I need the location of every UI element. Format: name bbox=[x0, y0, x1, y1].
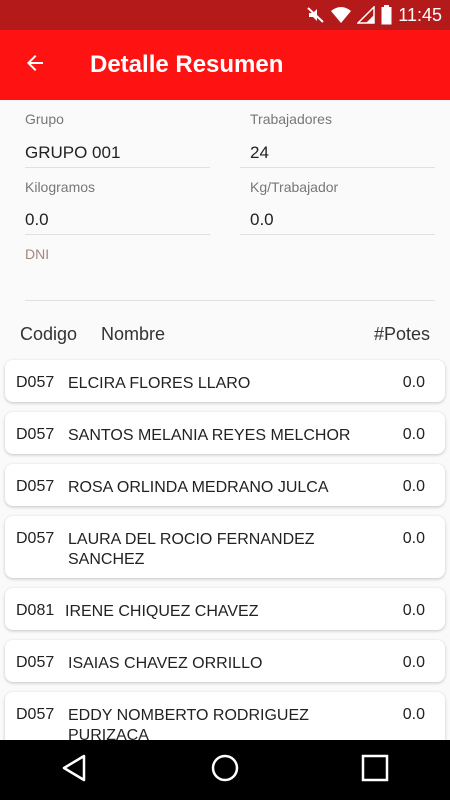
row-code: D081 bbox=[16, 602, 55, 619]
row-name: LAURA DEL ROCIO FERNANDEZ SANCHEZ bbox=[68, 531, 315, 568]
grupo-underline bbox=[25, 167, 210, 168]
page-title: Detalle Resumen bbox=[90, 51, 284, 78]
row-potes: 0.0 bbox=[402, 426, 425, 443]
row-name: ELCIRA FLORES LLARO bbox=[68, 375, 251, 392]
list-item[interactable]: D057 ROSA ORLINDA MEDRANO JULCA 0.0 bbox=[5, 464, 445, 506]
nav-home-button[interactable] bbox=[195, 740, 255, 800]
row-potes: 0.0 bbox=[402, 478, 425, 495]
list-item[interactable]: D057 SANTOS MELANIA REYES MELCHOR 0.0 bbox=[5, 412, 445, 454]
status-bar: 11:45 bbox=[0, 0, 450, 30]
grupo-label: Grupo bbox=[25, 111, 64, 127]
row-code: D057 bbox=[16, 530, 55, 547]
list-item[interactable]: D057 LAURA DEL ROCIO FERNANDEZ SANCHEZ 0… bbox=[5, 516, 445, 578]
row-name: SANTOS MELANIA REYES MELCHOR bbox=[68, 427, 351, 444]
kg-trabajador-value: 0.0 bbox=[250, 210, 274, 229]
row-potes: 0.0 bbox=[402, 706, 425, 723]
wifi-icon bbox=[331, 7, 352, 23]
trabajadores-label: Trabajadores bbox=[250, 111, 332, 127]
battery-icon bbox=[381, 5, 392, 25]
dni-underline bbox=[25, 300, 435, 301]
table-header: Codigo Nombre #Potes bbox=[0, 322, 450, 348]
row-potes: 0.0 bbox=[402, 654, 425, 671]
row-code: D057 bbox=[16, 374, 55, 391]
kilogramos-value: 0.0 bbox=[25, 210, 49, 229]
row-code: D057 bbox=[16, 478, 55, 495]
dni-label: DNI bbox=[25, 246, 50, 262]
kilogramos-underline bbox=[25, 234, 210, 235]
nav-recents-button[interactable] bbox=[345, 740, 405, 800]
mute-icon bbox=[307, 6, 325, 24]
back-button[interactable] bbox=[0, 30, 70, 100]
nav-back-button[interactable] bbox=[45, 740, 105, 800]
back-triangle-icon bbox=[60, 753, 90, 788]
app-bar: Detalle Resumen bbox=[0, 30, 450, 100]
kilogramos-label: Kilogramos bbox=[25, 179, 96, 195]
recents-square-icon bbox=[360, 753, 390, 788]
signal-icon bbox=[357, 6, 376, 24]
trabajadores-underline bbox=[240, 167, 435, 168]
navigation-bar bbox=[0, 740, 450, 800]
kg-trabajador-underline bbox=[240, 234, 435, 235]
row-code: D057 bbox=[16, 706, 55, 723]
header-potes: #Potes bbox=[373, 324, 430, 344]
kg-trabajador-label: Kg/Trabajador bbox=[250, 179, 339, 195]
header-nombre: Nombre bbox=[101, 324, 166, 344]
row-potes: 0.0 bbox=[402, 374, 425, 391]
home-circle-icon bbox=[210, 753, 240, 788]
row-name: IRENE CHIQUEZ CHAVEZ bbox=[65, 603, 259, 620]
row-potes: 0.0 bbox=[402, 530, 425, 547]
grupo-value: GRUPO 001 bbox=[25, 143, 121, 162]
status-time: 11:45 bbox=[398, 4, 442, 25]
row-code: D057 bbox=[16, 426, 55, 443]
list-item[interactable]: D057 ISAIAS CHAVEZ ORRILLO 0.0 bbox=[5, 640, 445, 682]
row-name: ROSA ORLINDA MEDRANO JULCA bbox=[68, 479, 329, 496]
list-item[interactable]: D081 IRENE CHIQUEZ CHAVEZ 0.0 bbox=[5, 588, 445, 630]
list-item[interactable]: D057 ELCIRA FLORES LLARO 0.0 bbox=[5, 360, 445, 402]
back-arrow-icon bbox=[23, 51, 47, 80]
row-potes: 0.0 bbox=[402, 602, 425, 619]
header-codigo: Codigo bbox=[20, 324, 78, 344]
trabajadores-value: 24 bbox=[250, 143, 269, 162]
row-name: ISAIAS CHAVEZ ORRILLO bbox=[68, 655, 263, 672]
row-code: D057 bbox=[16, 654, 55, 671]
